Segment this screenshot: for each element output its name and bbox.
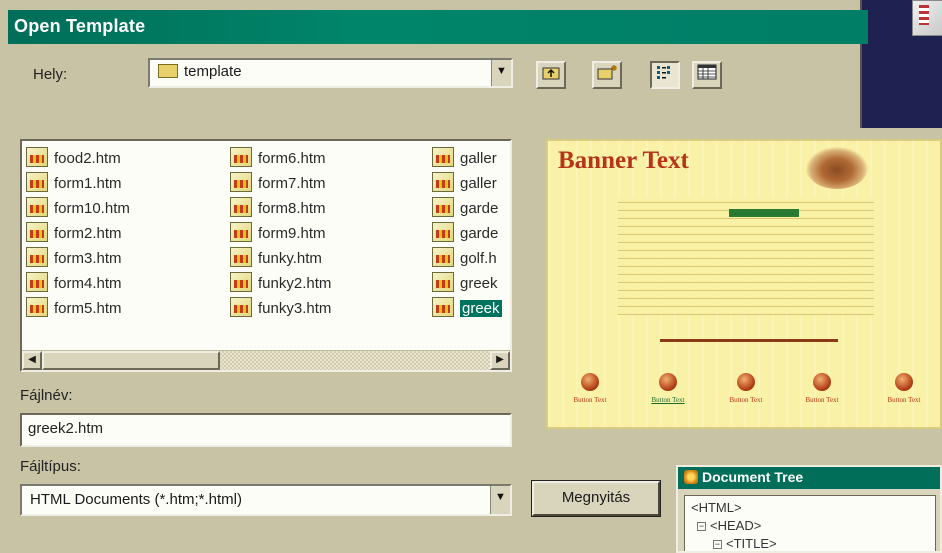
open-button[interactable]: Megnyitás bbox=[531, 480, 661, 517]
list-item[interactable]: galler bbox=[432, 172, 502, 197]
thumbnail-image bbox=[912, 0, 942, 36]
file-column-2: form6.htm form7.htm form8.htm form9.htm … bbox=[230, 147, 331, 322]
list-item[interactable]: form10.htm bbox=[26, 197, 130, 222]
list-item[interactable]: form1.htm bbox=[26, 172, 130, 197]
list-item[interactable]: garde bbox=[432, 197, 502, 222]
html-file-icon bbox=[230, 147, 252, 167]
list-item[interactable]: form6.htm bbox=[230, 147, 331, 172]
open-button-label: Megnyitás bbox=[561, 489, 631, 506]
preview-banner-text: Banner Text bbox=[558, 147, 689, 174]
html-file-icon bbox=[26, 247, 48, 267]
list-item[interactable]: garde bbox=[432, 222, 502, 247]
preview-button: Button Text bbox=[638, 373, 698, 404]
preview-divider bbox=[660, 339, 838, 342]
tree-icon bbox=[684, 470, 698, 484]
html-file-icon bbox=[230, 172, 252, 192]
html-file-icon bbox=[432, 197, 454, 217]
preview-link bbox=[729, 209, 799, 217]
html-file-icon bbox=[230, 272, 252, 292]
up-folder-icon bbox=[542, 67, 560, 80]
location-value: template bbox=[184, 63, 242, 80]
filetype-combobox[interactable]: HTML Documents (*.htm;*.html) ▼ bbox=[20, 484, 512, 516]
file-column-3: galler galler garde garde golf.h greek g… bbox=[432, 147, 502, 322]
preview-button: Button Text bbox=[560, 373, 620, 404]
html-file-icon bbox=[432, 172, 454, 192]
dialog-title-bar[interactable]: Open Template bbox=[8, 10, 868, 44]
filename-label: Fájlnév: bbox=[20, 387, 73, 404]
chevron-down-icon[interactable]: ▼ bbox=[490, 486, 510, 514]
html-file-icon bbox=[26, 147, 48, 167]
list-item-selected[interactable]: greek bbox=[432, 297, 502, 322]
chevron-down-icon[interactable]: ▼ bbox=[491, 60, 511, 86]
details-view-button[interactable] bbox=[692, 61, 722, 89]
list-item[interactable]: form8.htm bbox=[230, 197, 331, 222]
html-file-icon bbox=[26, 197, 48, 217]
scroll-left-button[interactable]: ◀ bbox=[22, 351, 42, 370]
file-list[interactable]: food2.htm form1.htm form10.htm form2.htm… bbox=[20, 139, 512, 372]
tree-node-head[interactable]: − <HEAD> bbox=[691, 518, 929, 536]
file-column-1: food2.htm form1.htm form10.htm form2.htm… bbox=[26, 147, 130, 322]
list-item[interactable]: golf.h bbox=[432, 247, 502, 272]
dialog-title: Open Template bbox=[14, 16, 146, 36]
html-file-icon bbox=[26, 172, 48, 192]
details-view-icon bbox=[697, 64, 717, 80]
tree-node-title[interactable]: − <TITLE> bbox=[691, 536, 929, 551]
collapse-icon[interactable]: − bbox=[697, 522, 706, 531]
template-preview: Banner Text Button Text Button Text Butt… bbox=[546, 139, 942, 429]
html-file-icon bbox=[432, 147, 454, 167]
list-item[interactable]: galler bbox=[432, 147, 502, 172]
filename-value: greek2.htm bbox=[28, 420, 104, 437]
preview-banner-image bbox=[806, 147, 868, 189]
html-file-icon bbox=[432, 297, 454, 317]
html-file-icon bbox=[432, 247, 454, 267]
list-item[interactable]: form3.htm bbox=[26, 247, 130, 272]
list-view-button[interactable] bbox=[650, 61, 680, 89]
filename-field[interactable]: greek2.htm bbox=[20, 413, 512, 447]
list-item[interactable]: form5.htm bbox=[26, 297, 130, 322]
html-file-icon bbox=[432, 272, 454, 292]
up-folder-button[interactable] bbox=[536, 61, 566, 89]
html-file-icon bbox=[230, 222, 252, 242]
html-file-icon bbox=[26, 222, 48, 242]
list-item[interactable]: form9.htm bbox=[230, 222, 331, 247]
html-file-icon bbox=[230, 297, 252, 317]
list-item[interactable]: form2.htm bbox=[26, 222, 130, 247]
new-folder-button[interactable] bbox=[592, 61, 622, 89]
filetype-label: Fájltípus: bbox=[20, 458, 81, 475]
html-file-icon bbox=[26, 297, 48, 317]
list-item[interactable]: greek bbox=[432, 272, 502, 297]
scroll-thumb[interactable] bbox=[42, 351, 220, 370]
document-tree-title: Document Tree bbox=[702, 469, 804, 485]
collapse-icon[interactable]: − bbox=[713, 540, 722, 549]
folder-icon bbox=[158, 64, 178, 78]
location-label: Hely: bbox=[33, 66, 68, 83]
list-item[interactable]: funky2.htm bbox=[230, 272, 331, 297]
tree-node-html[interactable]: <HTML> bbox=[691, 500, 929, 518]
html-file-icon bbox=[230, 247, 252, 267]
html-file-icon bbox=[230, 197, 252, 217]
preview-button: Button Text bbox=[874, 373, 934, 404]
location-combobox[interactable]: template ▼ bbox=[148, 58, 513, 88]
document-tree-panel[interactable]: Document Tree <HTML> − <HEAD> − <TITLE> bbox=[676, 465, 942, 553]
preview-button: Button Text bbox=[716, 373, 776, 404]
list-item[interactable]: form7.htm bbox=[230, 172, 331, 197]
new-folder-icon bbox=[597, 65, 617, 80]
horizontal-scrollbar[interactable]: ◀ ▶ bbox=[22, 350, 510, 370]
html-file-icon bbox=[26, 272, 48, 292]
document-tree-title-bar[interactable]: Document Tree bbox=[678, 467, 940, 489]
scroll-right-button[interactable]: ▶ bbox=[490, 351, 510, 370]
list-item[interactable]: funky.htm bbox=[230, 247, 331, 272]
list-view-icon bbox=[657, 66, 670, 79]
list-item[interactable]: funky3.htm bbox=[230, 297, 331, 322]
document-tree-view[interactable]: <HTML> − <HEAD> − <TITLE> bbox=[684, 495, 936, 551]
background-window-thumbnail bbox=[860, 0, 942, 128]
preview-button: Button Text bbox=[792, 373, 852, 404]
html-file-icon bbox=[432, 222, 454, 242]
list-item[interactable]: food2.htm bbox=[26, 147, 130, 172]
filetype-value: HTML Documents (*.htm;*.html) bbox=[30, 491, 242, 508]
list-item[interactable]: form4.htm bbox=[26, 272, 130, 297]
